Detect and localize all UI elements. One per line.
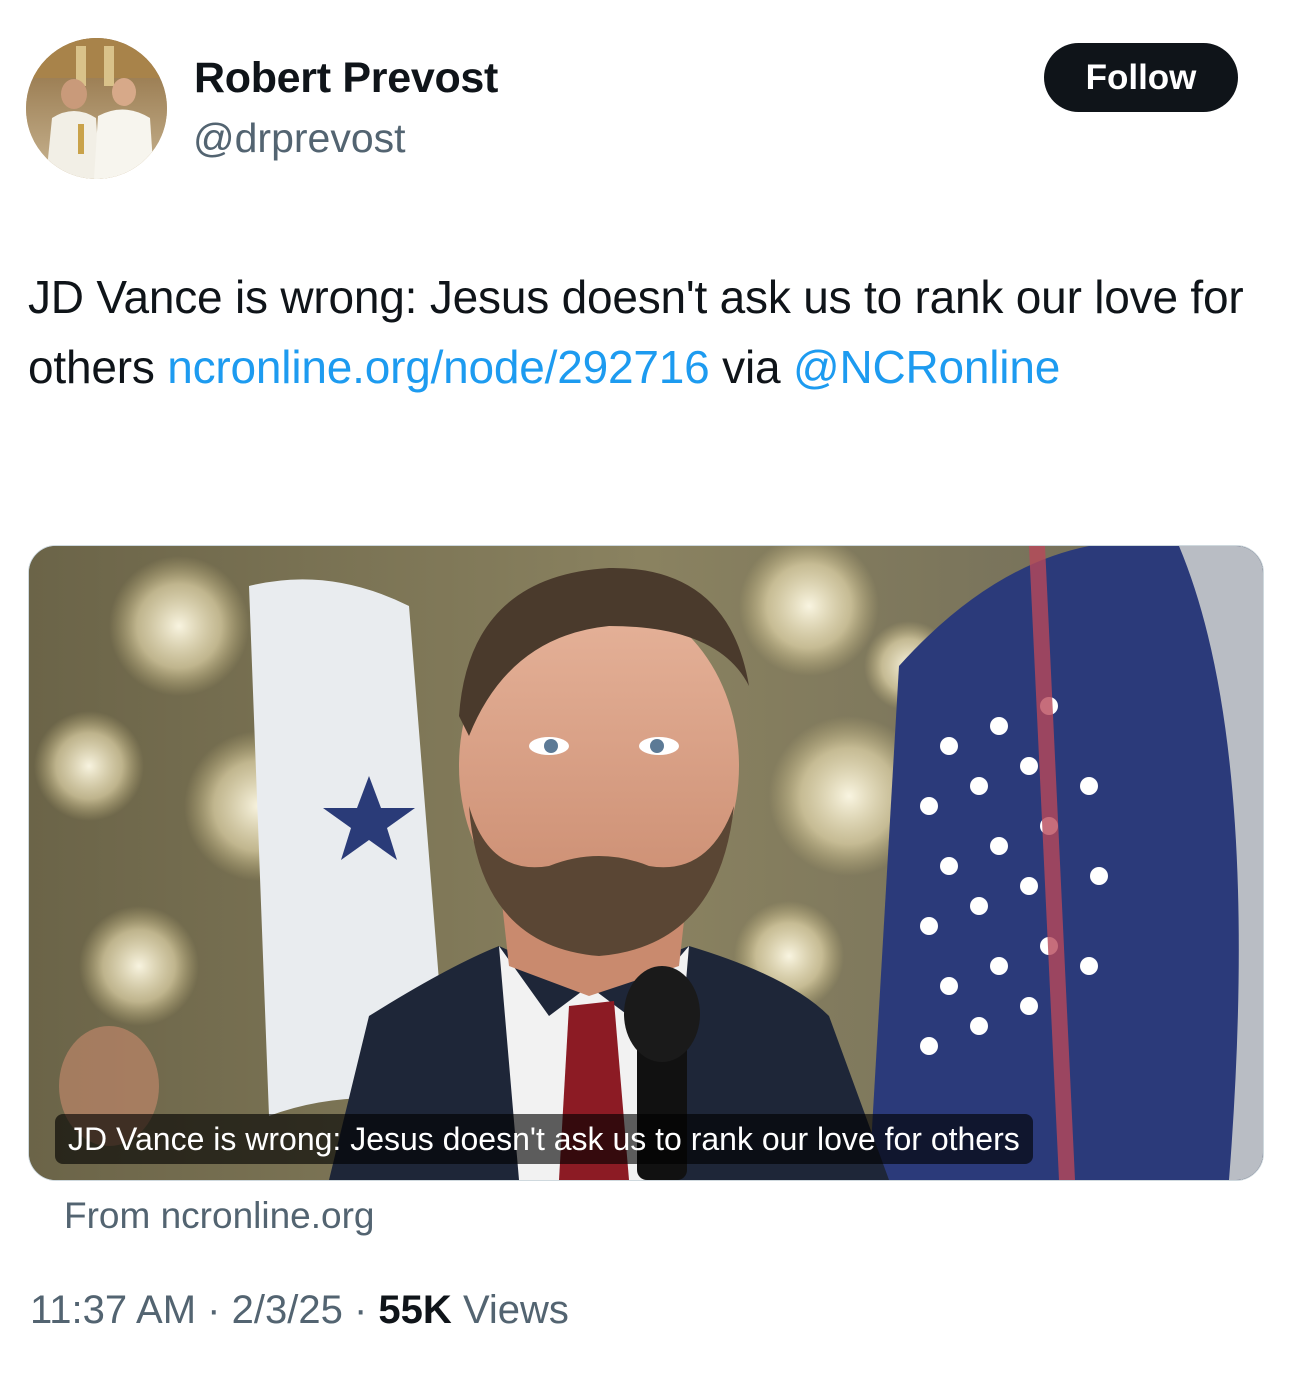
meta-separator: · (207, 1288, 221, 1332)
tweet-date[interactable]: 2/3/25 (232, 1288, 343, 1332)
follow-button[interactable]: Follow (1044, 43, 1238, 112)
mention-link[interactable]: @NCRonline (793, 341, 1060, 393)
views-count: 55K (378, 1288, 452, 1332)
avatar[interactable] (26, 38, 167, 179)
author-handle[interactable]: @drprevost (193, 112, 406, 164)
meta-separator: · (353, 1288, 368, 1332)
author-display-name[interactable]: Robert Prevost (194, 52, 498, 104)
card-image (29, 546, 1263, 1180)
card-source[interactable]: From ncronline.org (64, 1192, 375, 1240)
tweet-text-mid: via (709, 341, 793, 393)
tweet-text: JD Vance is wrong: Jesus doesn't ask us … (28, 262, 1268, 402)
card-caption: JD Vance is wrong: Jesus doesn't ask us … (55, 1114, 1033, 1164)
tweet-meta: 11:37 AM · 2/3/25 · 55K Views (30, 1284, 569, 1336)
views-label: Views (462, 1288, 569, 1332)
link-preview-card[interactable]: JD Vance is wrong: Jesus doesn't ask us … (28, 545, 1264, 1181)
tweet-time[interactable]: 11:37 AM (30, 1288, 196, 1332)
tweet-link[interactable]: ncronline.org/node/292716 (167, 341, 710, 393)
